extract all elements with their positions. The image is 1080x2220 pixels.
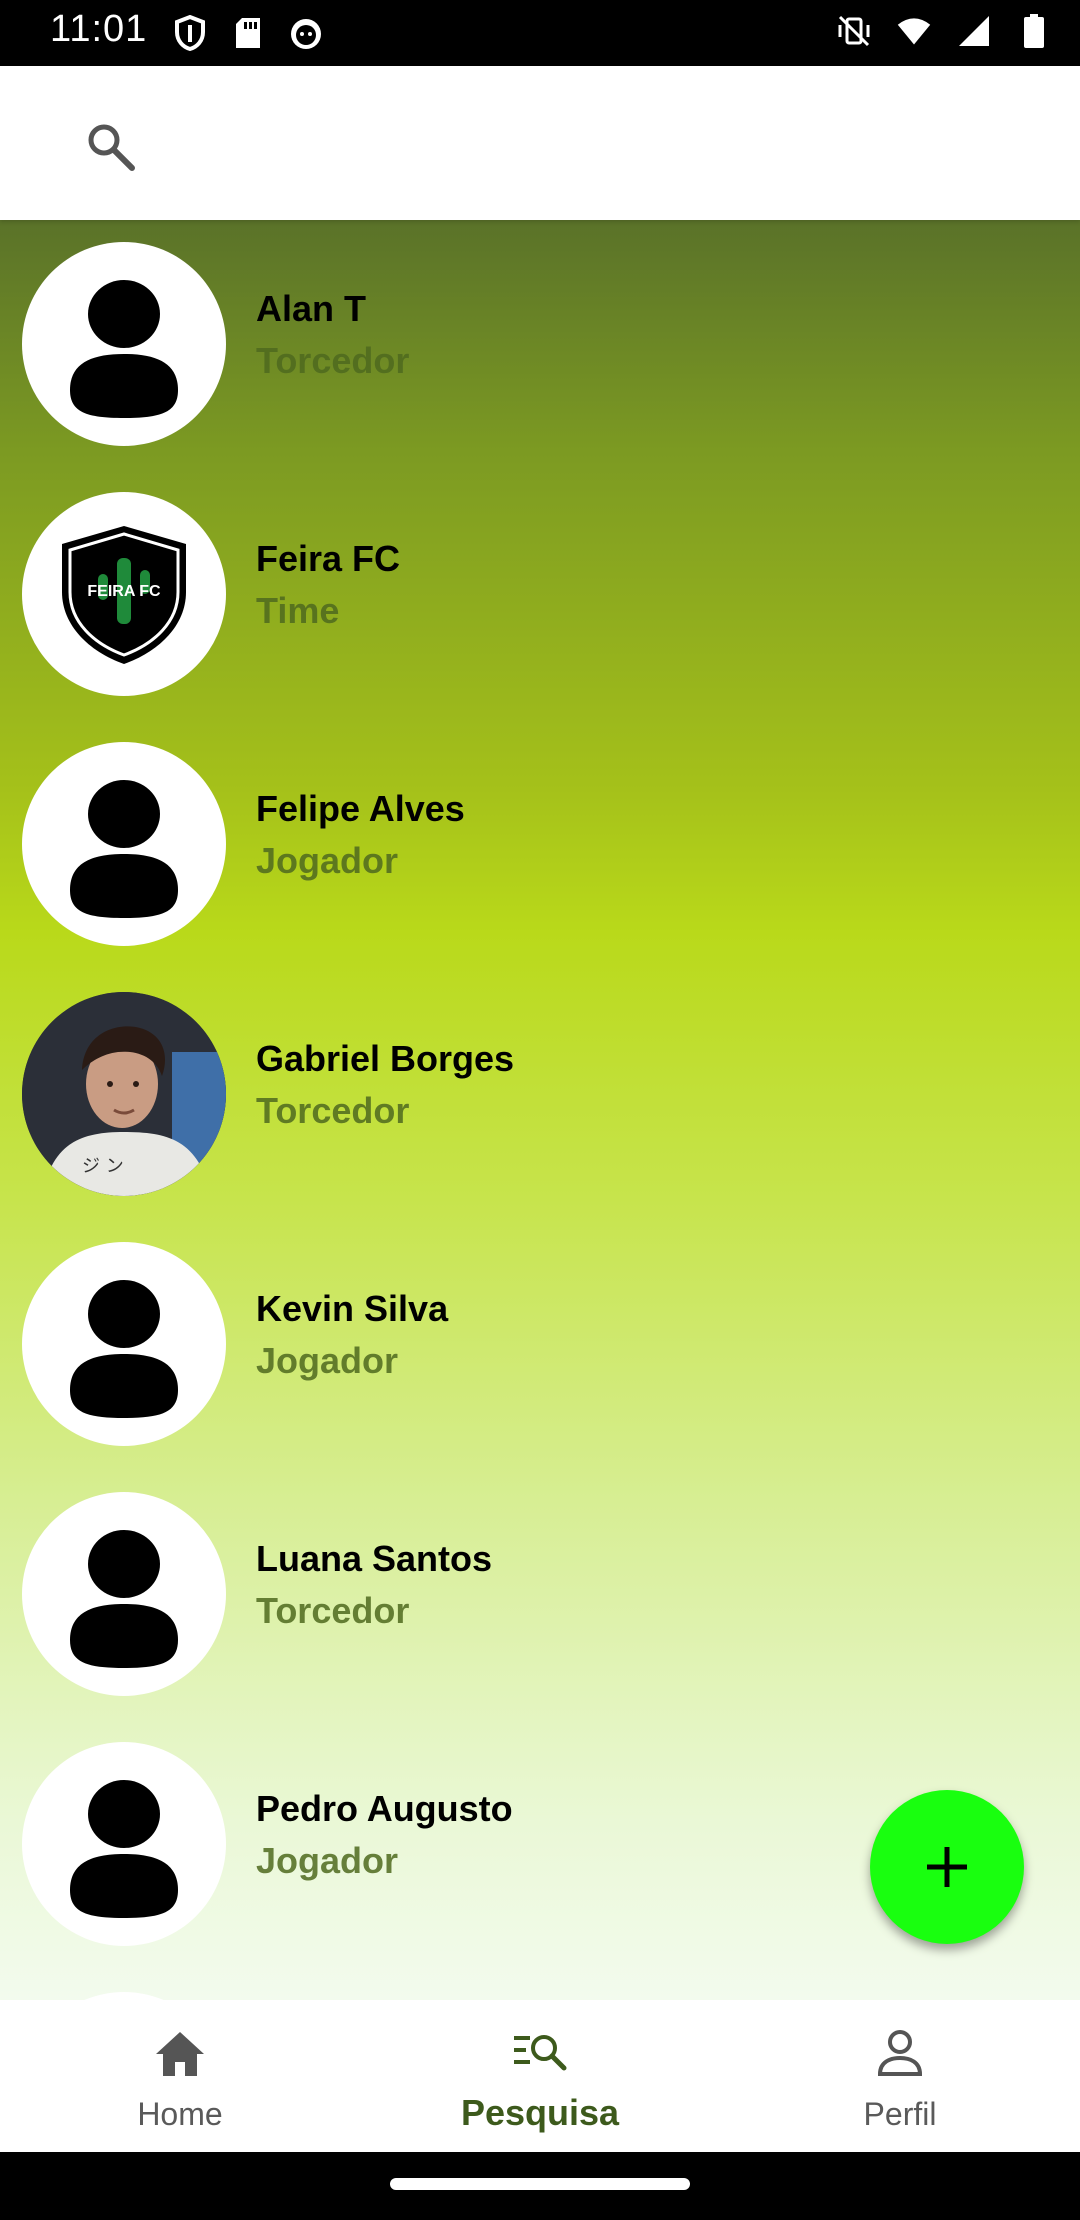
person-avatar [22, 1492, 226, 1696]
sd-card-icon [230, 14, 266, 52]
list-item[interactable]: Alan T Torcedor [0, 220, 1080, 470]
shield-icon [172, 14, 208, 52]
wifi-icon [896, 12, 932, 50]
item-role: Jogador [256, 1340, 399, 1381]
svg-text:ジ ン: ジ ン [82, 1156, 124, 1177]
person-avatar [22, 242, 226, 446]
item-role: Jogador [256, 840, 399, 881]
item-role: Torcedor [256, 1590, 410, 1631]
vibrate-off-icon [836, 12, 872, 50]
search-header [0, 66, 1080, 220]
item-name: Luana Santos [256, 1538, 493, 1579]
list-item[interactable]: Kevin Silva Jogador [0, 1220, 1080, 1470]
item-name: Feira FC [256, 538, 401, 579]
signal-icon [956, 12, 992, 50]
person-avatar [22, 1992, 226, 2000]
nav-label: Pesquisa [460, 2092, 620, 2133]
item-name: Felipe Alves [256, 788, 465, 829]
item-name: Pedro Augusto [256, 1788, 513, 1829]
item-name: Kevin Silva [256, 1288, 449, 1329]
item-role: Jogador [256, 1840, 399, 1881]
home-indicator[interactable] [390, 2178, 690, 2190]
item-name: Alan T [256, 288, 367, 329]
item-role: Time [256, 590, 340, 631]
nav-perfil[interactable]: Perfil [720, 2000, 1080, 2152]
person-avatar [22, 742, 226, 946]
status-time: 11:01 [50, 8, 148, 50]
item-role: Torcedor [256, 1090, 410, 1131]
nav-label: Perfil [863, 2096, 937, 2132]
gesture-bar [0, 2152, 1080, 2220]
search-icon[interactable] [80, 116, 140, 176]
crest-text: FEIRA FC [87, 583, 161, 600]
add-button[interactable] [870, 1790, 1024, 1944]
home-icon [152, 2026, 208, 2082]
person-avatar [22, 1242, 226, 1446]
person-avatar [22, 1742, 226, 1946]
nav-pesquisa[interactable]: Pesquisa [360, 2000, 720, 2152]
status-bar: 11:01 [0, 0, 1080, 66]
list-item[interactable]: Luana Santos Torcedor [0, 1470, 1080, 1720]
battery-icon [1016, 12, 1052, 50]
item-role: Torcedor [256, 340, 410, 381]
list-item[interactable]: Felipe Alves Jogador [0, 720, 1080, 970]
list-item[interactable] [0, 1970, 1080, 2000]
nav-home[interactable]: Home [0, 2000, 360, 2152]
bottom-navigation: Home Pesquisa Perfil [0, 2000, 1080, 2152]
search-list-icon [512, 2026, 568, 2082]
search-results-list[interactable]: Alan T Torcedor FEIRA FC Feira FC Time F… [0, 220, 1080, 2000]
nav-label: Home [137, 2096, 223, 2132]
item-name: Gabriel Borges [256, 1038, 515, 1079]
plus-icon [927, 1847, 967, 1887]
photo-avatar: ジ ン [22, 992, 226, 1196]
cat-icon [288, 14, 324, 52]
list-item[interactable]: ジ ン Gabriel Borges Torcedor [0, 970, 1080, 1220]
team-crest-avatar: FEIRA FC [22, 492, 226, 696]
list-item[interactable]: FEIRA FC Feira FC Time [0, 470, 1080, 720]
person-icon [872, 2026, 928, 2082]
